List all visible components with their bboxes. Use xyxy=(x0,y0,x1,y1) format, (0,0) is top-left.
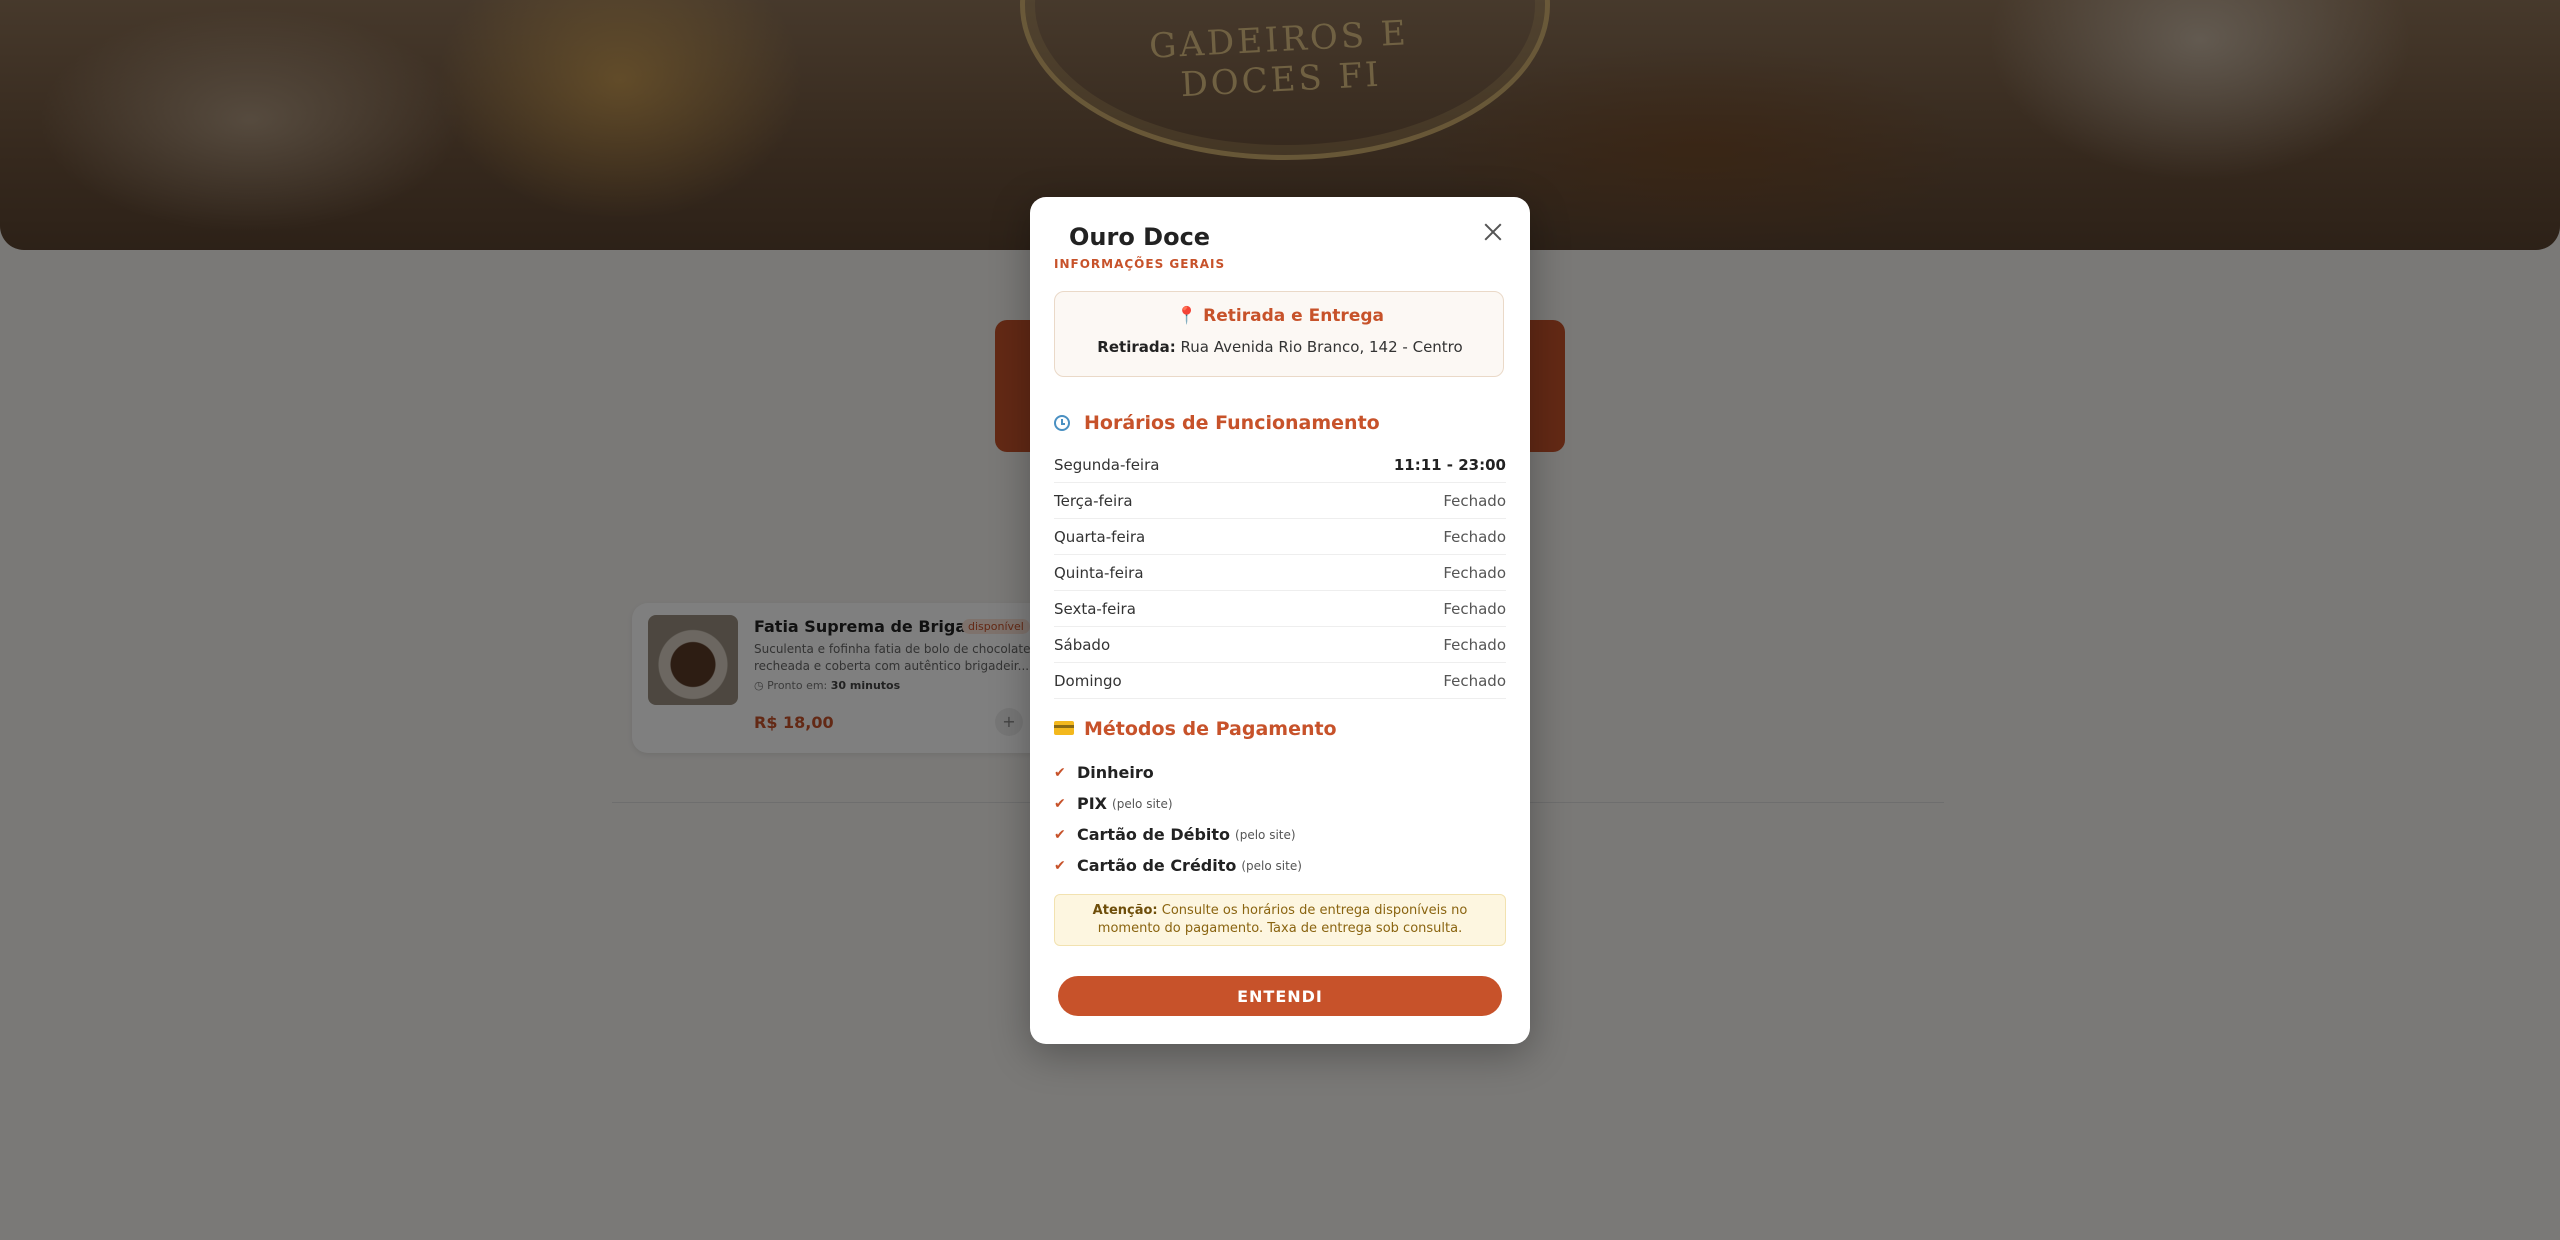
pickup-address: Retirada: Rua Avenida Rio Branco, 142 - … xyxy=(1055,338,1505,356)
hours-row: Sexta-feira Fechado xyxy=(1054,591,1506,627)
payment-method-note: (pelo site) xyxy=(1241,858,1302,873)
hours-row: Domingo Fechado xyxy=(1054,663,1506,699)
payment-method: ✔ Dinheiro xyxy=(1054,757,1506,788)
pickup-delivery-box: 📍 Retirada e Entrega Retirada: Rua Avenid… xyxy=(1054,291,1504,377)
hours-list: Segunda-feira 11:11 - 23:00 Terça-feira … xyxy=(1054,447,1506,699)
check-icon: ✔ xyxy=(1054,857,1066,874)
day-hours: Fechado xyxy=(1443,599,1506,618)
check-icon: ✔ xyxy=(1054,826,1066,843)
pickup-address-text: Rua Avenida Rio Branco, 142 - Centro xyxy=(1180,338,1463,356)
payment-method: ✔ PIX (pelo site) xyxy=(1054,788,1506,819)
hours-row: Quinta-feira Fechado xyxy=(1054,555,1506,591)
hours-row: Terça-feira Fechado xyxy=(1054,483,1506,519)
hours-title-text: Horários de Funcionamento xyxy=(1084,412,1380,434)
pickup-title: 📍 Retirada e Entrega xyxy=(1055,306,1505,326)
day-name: Domingo xyxy=(1054,671,1122,690)
credit-card-icon xyxy=(1054,721,1074,735)
hours-row: Segunda-feira 11:11 - 23:00 xyxy=(1054,447,1506,483)
hours-section-title: Horários de Funcionamento xyxy=(1054,412,1380,434)
modal-title: Ouro Doce xyxy=(1069,223,1211,251)
store-info-modal: Ouro Doce INFORMAÇÕES GERAIS 📍 Retirada e… xyxy=(1030,197,1530,1044)
close-icon[interactable] xyxy=(1478,217,1508,247)
payment-method-note: (pelo site) xyxy=(1235,827,1296,842)
location-pin-icon: 📍 xyxy=(1175,306,1198,326)
clock-icon xyxy=(1054,415,1070,431)
payment-method-note: (pelo site) xyxy=(1112,796,1173,811)
day-hours: Fechado xyxy=(1443,563,1506,582)
day-hours: Fechado xyxy=(1443,671,1506,690)
day-name: Segunda-feira xyxy=(1054,455,1160,474)
hours-row: Quarta-feira Fechado xyxy=(1054,519,1506,555)
day-name: Sexta-feira xyxy=(1054,599,1136,618)
modal-subtitle: INFORMAÇÕES GERAIS xyxy=(1054,257,1226,271)
day-name: Quarta-feira xyxy=(1054,527,1146,546)
check-icon: ✔ xyxy=(1054,795,1066,812)
payment-method-name: Cartão de Débito xyxy=(1077,825,1231,844)
day-name: Sábado xyxy=(1054,635,1111,654)
day-hours: Fechado xyxy=(1443,491,1506,510)
payment-methods-list: ✔ Dinheiro ✔ PIX (pelo site) ✔ Cartão de… xyxy=(1054,757,1506,881)
payment-title-text: Métodos de Pagamento xyxy=(1084,718,1337,740)
day-name: Terça-feira xyxy=(1054,491,1133,510)
day-hours: Fechado xyxy=(1443,527,1506,546)
payment-method: ✔ Cartão de Débito (pelo site) xyxy=(1054,819,1506,850)
pickup-label: Retirada: xyxy=(1097,338,1176,356)
delivery-warning: Atenção: Consulte os horários de entrega… xyxy=(1054,894,1506,946)
day-name: Quinta-feira xyxy=(1054,563,1144,582)
day-hours: 11:11 - 23:00 xyxy=(1393,455,1506,474)
pickup-title-text: Retirada e Entrega xyxy=(1203,306,1384,326)
payment-method-name: Dinheiro xyxy=(1077,763,1154,782)
confirm-button[interactable]: ENTENDI xyxy=(1058,976,1502,1016)
payment-method-name: PIX xyxy=(1077,794,1108,813)
warning-label: Atenção: xyxy=(1092,903,1158,918)
hours-row: Sábado Fechado xyxy=(1054,627,1506,663)
payment-method-name: Cartão de Crédito xyxy=(1077,856,1237,875)
payment-method: ✔ Cartão de Crédito (pelo site) xyxy=(1054,850,1506,881)
day-hours: Fechado xyxy=(1443,635,1506,654)
payment-section-title: Métodos de Pagamento xyxy=(1054,718,1337,740)
check-icon: ✔ xyxy=(1054,764,1066,781)
